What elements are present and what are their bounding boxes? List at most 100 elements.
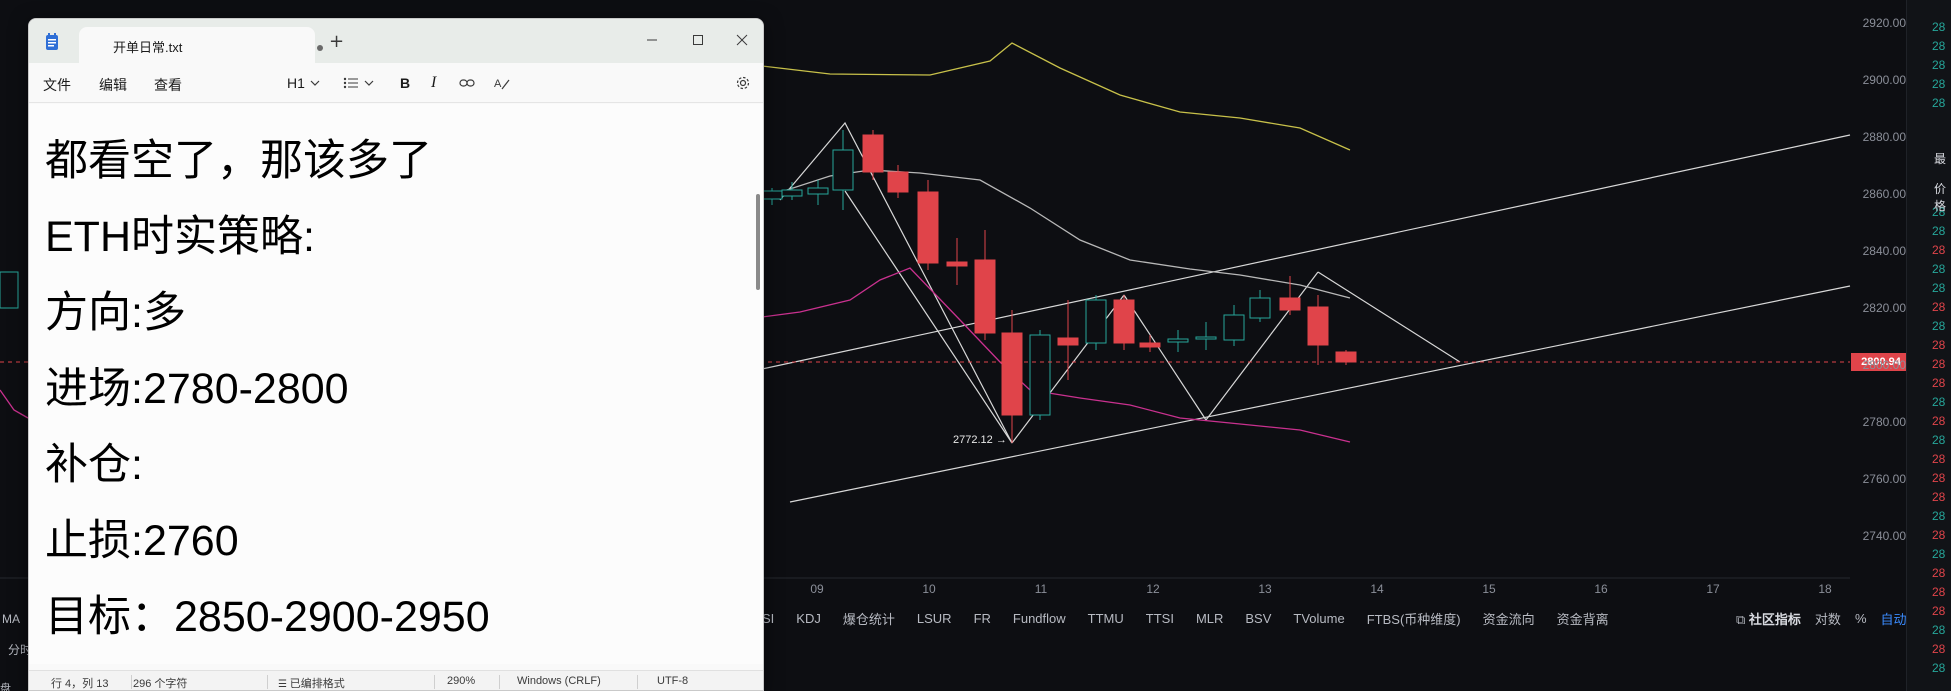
indicator-tab[interactable]: Fundflow [1013,611,1066,626]
y-tick-label: 2800.00 [1862,358,1906,372]
maximize-button[interactable] [675,25,721,55]
cursor-position: 行 4，列 13 [51,678,109,690]
edge-price-value: 28 [1932,490,1946,504]
indicator-tab[interactable]: FR [974,611,991,626]
indicator-options: ⧉ 社区指标 对数 % 自动 [1736,606,1907,630]
close-icon [736,34,748,46]
indicator-tab[interactable]: TTSI [1146,611,1174,626]
menu-edit[interactable]: 编辑 [99,75,127,95]
y-tick-label: 2860.00 [1862,187,1906,201]
edge-price-value: 28 [1932,338,1946,352]
char-count: 296 个字符 [133,678,188,690]
indicator-tab[interactable]: 爆仓统计 [843,609,895,628]
format-status[interactable]: ☰ 已编排格式 [278,675,345,690]
list-dropdown[interactable] [343,73,374,93]
title-bar[interactable]: 开单日常.txt + [29,19,763,63]
candle-down [917,191,939,264]
text-editor[interactable]: 都看空了，那该多了 ETH时实策略: 方向:多 进场:2780-2800 补仓: 止损:2… [29,104,763,664]
italic-button[interactable]: I [431,73,436,93]
status-divider [434,675,435,689]
list-icon [343,77,358,89]
unsaved-dot-icon[interactable] [317,45,323,51]
y-tick-label: 2820.00 [1862,301,1906,315]
x-tick-label: 11 [1034,582,1048,596]
candle-down [1307,306,1329,346]
indicator-tab[interactable]: MLR [1196,611,1223,626]
candle-up [1029,334,1051,416]
new-tab-button[interactable]: + [329,31,344,52]
x-tick-label: 16 [1594,582,1608,596]
heading-label: H1 [287,75,305,91]
percent-scale-toggle[interactable]: % [1855,611,1867,626]
bold-button[interactable]: B [400,73,410,93]
menu-bar: 文件 编辑 查看 H1 B I A [29,63,763,103]
indicator-tab[interactable]: LSUR [917,611,952,626]
edge-price-value: 28 [1932,96,1946,110]
status-divider [499,675,500,689]
edge-label: 价格 [1934,182,1947,213]
indicator-tab[interactable]: FTBS(币种维度) [1367,609,1461,628]
status-divider [131,675,132,689]
auto-scale-toggle[interactable]: 自动 [1881,609,1907,628]
edge-price-value: 28 [1932,642,1946,656]
candle-down [974,259,996,334]
edge-price-value: 28 [1932,58,1946,72]
edge-price-value: 28 [1932,661,1946,675]
encoding[interactable]: UTF-8 [657,675,688,687]
settings-button[interactable] [735,73,751,93]
x-tick-label: 12 [1146,582,1160,596]
community-indicator-button[interactable]: ⧉ 社区指标 [1736,609,1801,628]
edge-label: 最 [1934,152,1947,166]
indicator-tab[interactable]: 资金流向 [1483,609,1535,628]
indicator-tab[interactable]: TVolume [1293,611,1344,626]
edge-price-value: 28 [1932,39,1946,53]
document-tab[interactable]: 开单日常.txt [79,27,323,63]
y-tick-label: 2740.00 [1862,529,1906,543]
status-divider [267,675,268,689]
x-tick-label: 17 [1706,582,1720,596]
x-tick-label: 10 [922,582,936,596]
x-tick-label: 13 [1258,582,1272,596]
link-button[interactable] [459,73,475,93]
y-tick-label: 2760.00 [1862,472,1906,486]
edge-price-value: 28 [1932,604,1946,618]
ma-pink-line [761,267,1351,443]
low-price-label: 2772.12 → [953,434,1007,446]
trend-line [1123,294,1207,421]
edge-price-value: 28 [1932,357,1946,371]
candle-up [1249,297,1271,319]
heading-dropdown[interactable]: H1 [287,73,320,93]
edge-price-value: 28 [1932,319,1946,333]
line-ending[interactable]: Windows (CRLF) [517,675,601,687]
candle-down [862,134,884,173]
close-button[interactable] [719,25,763,55]
candle-down [887,171,909,193]
editor-scrollbar[interactable] [756,194,760,290]
candle-up [761,190,783,200]
minimize-icon [647,39,657,41]
editor-line: 补仓: [45,441,143,489]
zoom-level[interactable]: 290% [447,675,475,687]
indicator-tab[interactable]: 资金背离 [1557,609,1609,628]
minimize-button[interactable] [629,25,675,55]
svg-text:A: A [494,78,502,90]
y-tick-label: 2880.00 [1862,130,1906,144]
format-label: 已编排格式 [289,678,345,690]
community-indicator-label: 社区指标 [1748,611,1801,627]
indicator-tab[interactable]: BSV [1245,611,1271,626]
menu-file[interactable]: 文件 [43,75,71,95]
clear-format-button[interactable]: A [494,73,510,93]
editor-line: ETH时实策略: [45,213,315,261]
left-ma-label: MA [2,612,20,626]
edge-price-value: 28 [1932,395,1946,409]
log-scale-toggle[interactable]: 对数 [1815,609,1841,628]
editor-line: 目标：2850-2900-2950 [45,593,490,641]
chevron-down-icon [310,80,320,86]
menu-view[interactable]: 查看 [154,75,182,95]
indicator-tab[interactable]: KDJ [796,611,821,626]
indicator-tab[interactable]: TTMU [1088,611,1124,626]
edge-price-value: 28 [1932,262,1946,276]
trend-line [1317,271,1461,363]
y-tick-label: 2840.00 [1862,244,1906,258]
x-tick-label: 15 [1482,582,1496,596]
